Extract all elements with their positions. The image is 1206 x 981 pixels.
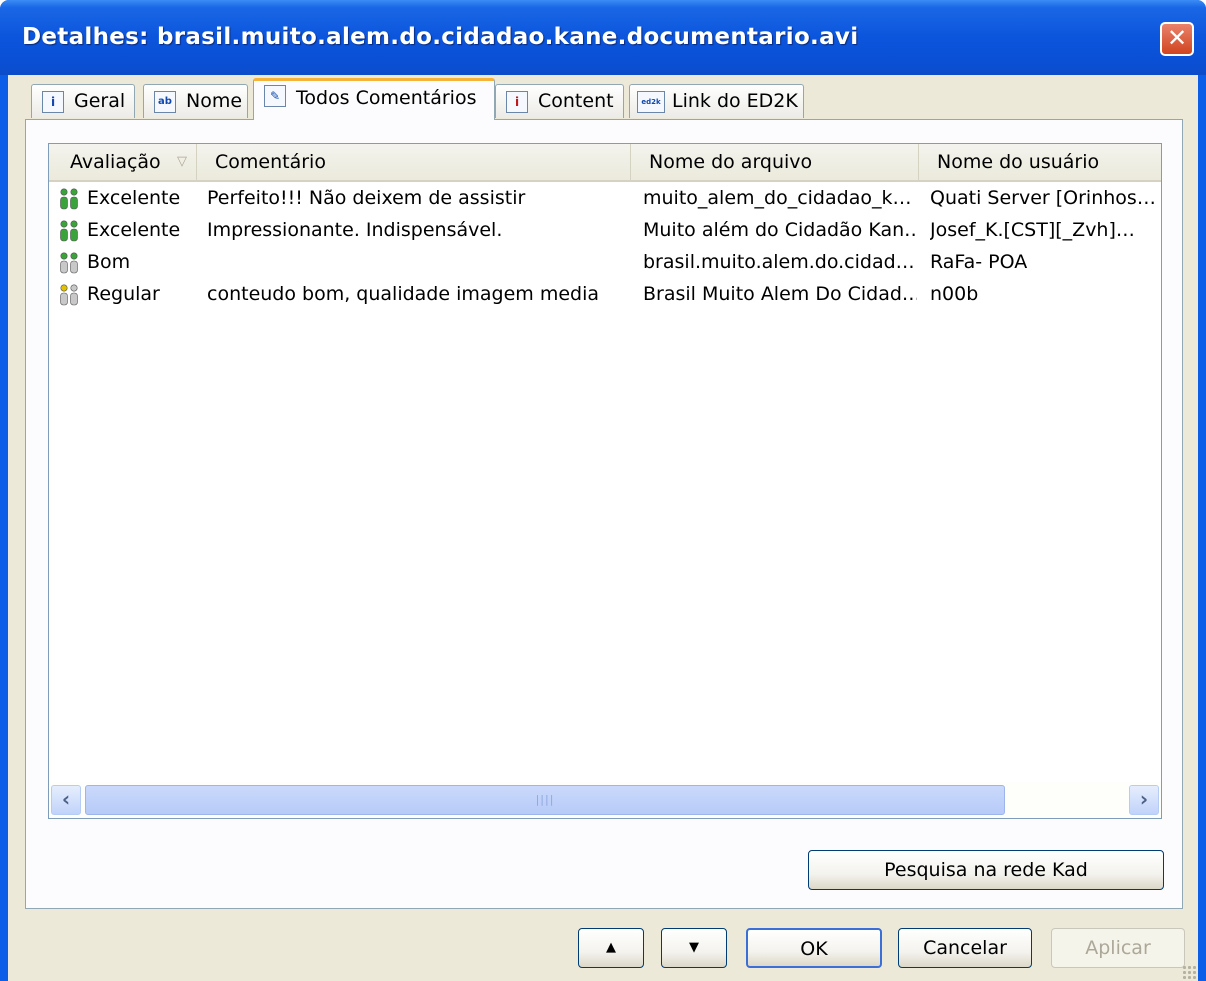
cell-filename: Brasil Muito Alem Do Cidad… xyxy=(643,283,917,305)
rating-icon xyxy=(60,284,78,306)
chevron-right-icon: › xyxy=(1139,787,1149,811)
tab-content[interactable]: i Content xyxy=(495,84,624,118)
arrow-down-icon: ▼ xyxy=(689,940,699,955)
cell-filename: Muito além do Cidadão Kan… xyxy=(643,219,917,241)
cancel-button[interactable]: Cancelar xyxy=(898,928,1032,968)
move-up-button[interactable]: ▲ xyxy=(578,928,644,968)
dialog-client-area: i Geral ab Nome ✎ Todos Comentários i Co… xyxy=(8,75,1198,981)
rating-bar xyxy=(70,292,78,306)
rating-icon xyxy=(60,220,78,242)
window-title: Detalhes: brasil.muito.alem.do.cidadao.k… xyxy=(22,24,859,50)
comments-pen-icon: ✎ xyxy=(264,85,286,107)
tab-label: Content xyxy=(538,90,614,112)
ok-button[interactable]: OK xyxy=(746,928,882,968)
cell-rating: Excelente xyxy=(87,187,181,209)
rating-bar xyxy=(70,196,78,210)
rating-dot xyxy=(60,252,68,260)
table-row[interactable]: Bom brasil.muito.alem.do.cidad… RaFa- POA xyxy=(49,246,1161,278)
horizontal-scrollbar[interactable]: ‹ |||| › xyxy=(49,782,1161,818)
rating-icon xyxy=(60,252,78,274)
table-row[interactable]: Regular conteudo bom, qualidade imagem me… xyxy=(49,278,1161,310)
tab-geral[interactable]: i Geral xyxy=(31,84,135,118)
resize-grip-icon[interactable] xyxy=(1182,965,1196,979)
cell-comment: Perfeito!!! Não deixem de assistir xyxy=(207,187,526,209)
tab-panel: Avaliação ▽ Comentário Nome do arquivo N… xyxy=(25,119,1183,909)
tab-todos-comentarios[interactable]: ✎ Todos Comentários xyxy=(253,78,495,120)
cell-comment: Impressionante. Indispensável. xyxy=(207,219,503,241)
rating-dot xyxy=(70,284,78,292)
scrollbar-thumb[interactable]: |||| xyxy=(85,785,1005,815)
cell-rating: Regular xyxy=(87,283,160,305)
cell-user: Josef_K.[CST][_Zvh]… xyxy=(930,219,1135,241)
rating-bar xyxy=(60,292,68,306)
title-bar[interactable]: Detalhes: brasil.muito.alem.do.cidadao.k… xyxy=(0,0,1206,75)
column-header-comentario[interactable]: Comentário xyxy=(197,144,631,180)
rating-dot xyxy=(60,284,68,292)
tab-link-ed2k[interactable]: ed2k Link do ED2K xyxy=(629,84,804,118)
rating-dot xyxy=(60,188,68,196)
list-header: Avaliação ▽ Comentário Nome do arquivo N… xyxy=(49,144,1161,182)
scroll-right-button[interactable]: › xyxy=(1129,785,1159,815)
column-label: Nome do arquivo xyxy=(649,151,813,173)
cell-user: RaFa- POA xyxy=(930,251,1028,273)
comments-list[interactable]: Avaliação ▽ Comentário Nome do arquivo N… xyxy=(48,143,1162,819)
rating-dot xyxy=(60,220,68,228)
column-header-nome-arquivo[interactable]: Nome do arquivo xyxy=(631,144,919,180)
rating-icon xyxy=(60,188,78,210)
content-doc-icon: i xyxy=(506,91,528,113)
close-button[interactable]: ✕ xyxy=(1160,22,1194,56)
grip-icon: |||| xyxy=(535,793,555,806)
tab-nome[interactable]: ab Nome xyxy=(143,84,248,118)
rating-bar xyxy=(60,196,68,210)
rating-dot xyxy=(70,188,78,196)
column-header-nome-usuario[interactable]: Nome do usuário xyxy=(919,144,1161,180)
rating-bar xyxy=(70,228,78,242)
cell-filename: brasil.muito.alem.do.cidad… xyxy=(643,251,915,273)
column-label: Avaliação xyxy=(70,151,161,173)
name-doc-icon: ab xyxy=(154,91,176,113)
close-icon: ✕ xyxy=(1166,24,1188,52)
apply-button[interactable]: Aplicar xyxy=(1051,928,1185,968)
tab-label: Nome xyxy=(186,90,243,112)
chevron-left-icon: ‹ xyxy=(61,787,71,811)
table-row[interactable]: Excelente Perfeito!!! Não deixem de assis… xyxy=(49,182,1161,214)
column-label: Nome do usuário xyxy=(937,151,1100,173)
cell-user: n00b xyxy=(930,283,979,305)
tab-label: Geral xyxy=(74,90,126,112)
cell-rating: Bom xyxy=(87,251,131,273)
move-down-button[interactable]: ▼ xyxy=(661,928,727,968)
rating-dot xyxy=(70,252,78,260)
arrow-up-icon: ▲ xyxy=(606,940,616,955)
kad-search-button[interactable]: Pesquisa na rede Kad xyxy=(808,850,1164,890)
column-label: Comentário xyxy=(215,151,326,173)
cell-user: Quati Server [Orinhos… xyxy=(930,187,1156,209)
column-header-avaliacao[interactable]: Avaliação ▽ xyxy=(49,144,197,180)
cell-rating: Excelente xyxy=(87,219,181,241)
sort-descending-icon: ▽ xyxy=(177,154,187,169)
rating-bar xyxy=(60,260,68,274)
tab-label: Link do ED2K xyxy=(672,90,798,112)
scroll-left-button[interactable]: ‹ xyxy=(51,785,81,815)
info-doc-icon: i xyxy=(42,91,64,113)
rating-bar xyxy=(60,228,68,242)
tab-label: Todos Comentários xyxy=(296,87,477,109)
table-row[interactable]: Excelente Impressionante. Indispensável. M… xyxy=(49,214,1161,246)
rating-bar xyxy=(70,260,78,274)
dialog-window: Detalhes: brasil.muito.alem.do.cidadao.k… xyxy=(0,0,1206,981)
cell-filename: muito_alem_do_cidadao_k… xyxy=(643,187,912,209)
cell-comment: conteudo bom, qualidade imagem media xyxy=(207,283,599,305)
ed2k-link-icon: ed2k xyxy=(637,91,665,113)
rating-dot xyxy=(70,220,78,228)
